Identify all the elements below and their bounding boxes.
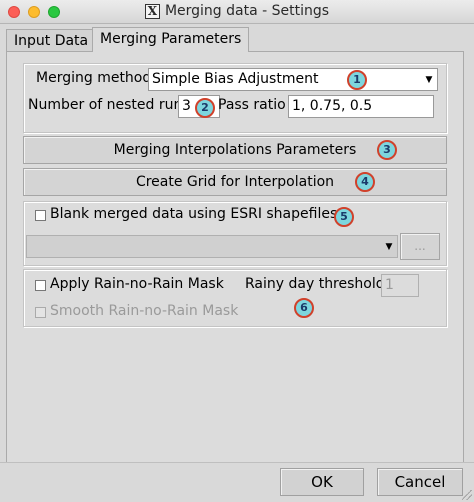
title-bar: X Merging data - Settings <box>0 0 474 24</box>
browse-label: ... <box>414 239 426 253</box>
nested-run-label: Number of nested run <box>28 97 183 113</box>
rainy-threshold-label: Rainy day threshold <box>245 276 385 292</box>
merging-method-combobox[interactable]: Simple Bias Adjustment ▼ <box>148 68 438 91</box>
annotation-marker-5: 5 <box>334 207 354 227</box>
apply-rain-mask-label: Apply Rain-no-Rain Mask <box>50 276 224 292</box>
cancel-label: Cancel <box>394 473 446 491</box>
interp-params-label: Merging Interpolations Parameters <box>113 142 357 158</box>
annotation-marker-3: 3 <box>377 140 397 160</box>
window-title-wrap: X Merging data - Settings <box>0 3 474 19</box>
annotation-marker-1: 1 <box>347 70 367 90</box>
pass-ratio-label: Pass ratio <box>218 97 286 113</box>
chevron-down-icon[interactable]: ▼ <box>423 73 435 87</box>
pass-ratio-input[interactable]: 1, 0.75, 0.5 <box>288 95 434 118</box>
merging-method-group: Merging method Simple Bias Adjustment ▼ … <box>23 63 447 133</box>
smooth-rain-mask-label: Smooth Rain-no-Rain Mask <box>50 303 239 319</box>
annotation-marker-6: 6 <box>294 298 314 318</box>
rain-mask-group: Apply Rain-no-Rain Mask Rainy day thresh… <box>23 269 447 327</box>
merging-parameters-panel: Merging method Simple Bias Adjustment ▼ … <box>6 51 464 463</box>
create-grid-label: Create Grid for Interpolation <box>135 174 335 190</box>
annotation-marker-4: 4 <box>355 172 375 192</box>
annotation-marker-2: 2 <box>195 98 215 118</box>
shapefile-combobox[interactable]: ▼ <box>26 235 398 258</box>
cancel-button[interactable]: Cancel <box>377 468 463 496</box>
tab-input-data[interactable]: Input Data <box>6 29 97 53</box>
create-grid-button[interactable]: Create Grid for Interpolation <box>23 168 447 196</box>
merging-method-value: Simple Bias Adjustment <box>152 71 319 87</box>
resize-grip-icon[interactable] <box>462 490 472 500</box>
rainy-threshold-input[interactable]: 1 <box>381 274 419 297</box>
blank-shapefile-checkbox[interactable] <box>35 210 46 221</box>
apply-rain-mask-checkbox[interactable] <box>35 280 46 291</box>
x11-logo-icon: X <box>144 4 160 19</box>
chevron-down-icon[interactable]: ▼ <box>383 240 395 254</box>
ok-label: OK <box>311 473 333 491</box>
ok-button[interactable]: OK <box>280 468 364 496</box>
shapefile-group: Blank merged data using ESRI shapefiles … <box>23 201 447 266</box>
browse-shapefile-button[interactable]: ... <box>400 233 440 260</box>
blank-shapefile-label: Blank merged data using ESRI shapefiles <box>50 206 338 222</box>
merging-method-label: Merging method <box>36 70 152 86</box>
window-title: Merging data - Settings <box>164 3 330 19</box>
tab-merging-parameters[interactable]: Merging Parameters <box>92 27 250 52</box>
dialog-separator <box>0 462 474 463</box>
smooth-rain-mask-checkbox[interactable] <box>35 307 46 318</box>
